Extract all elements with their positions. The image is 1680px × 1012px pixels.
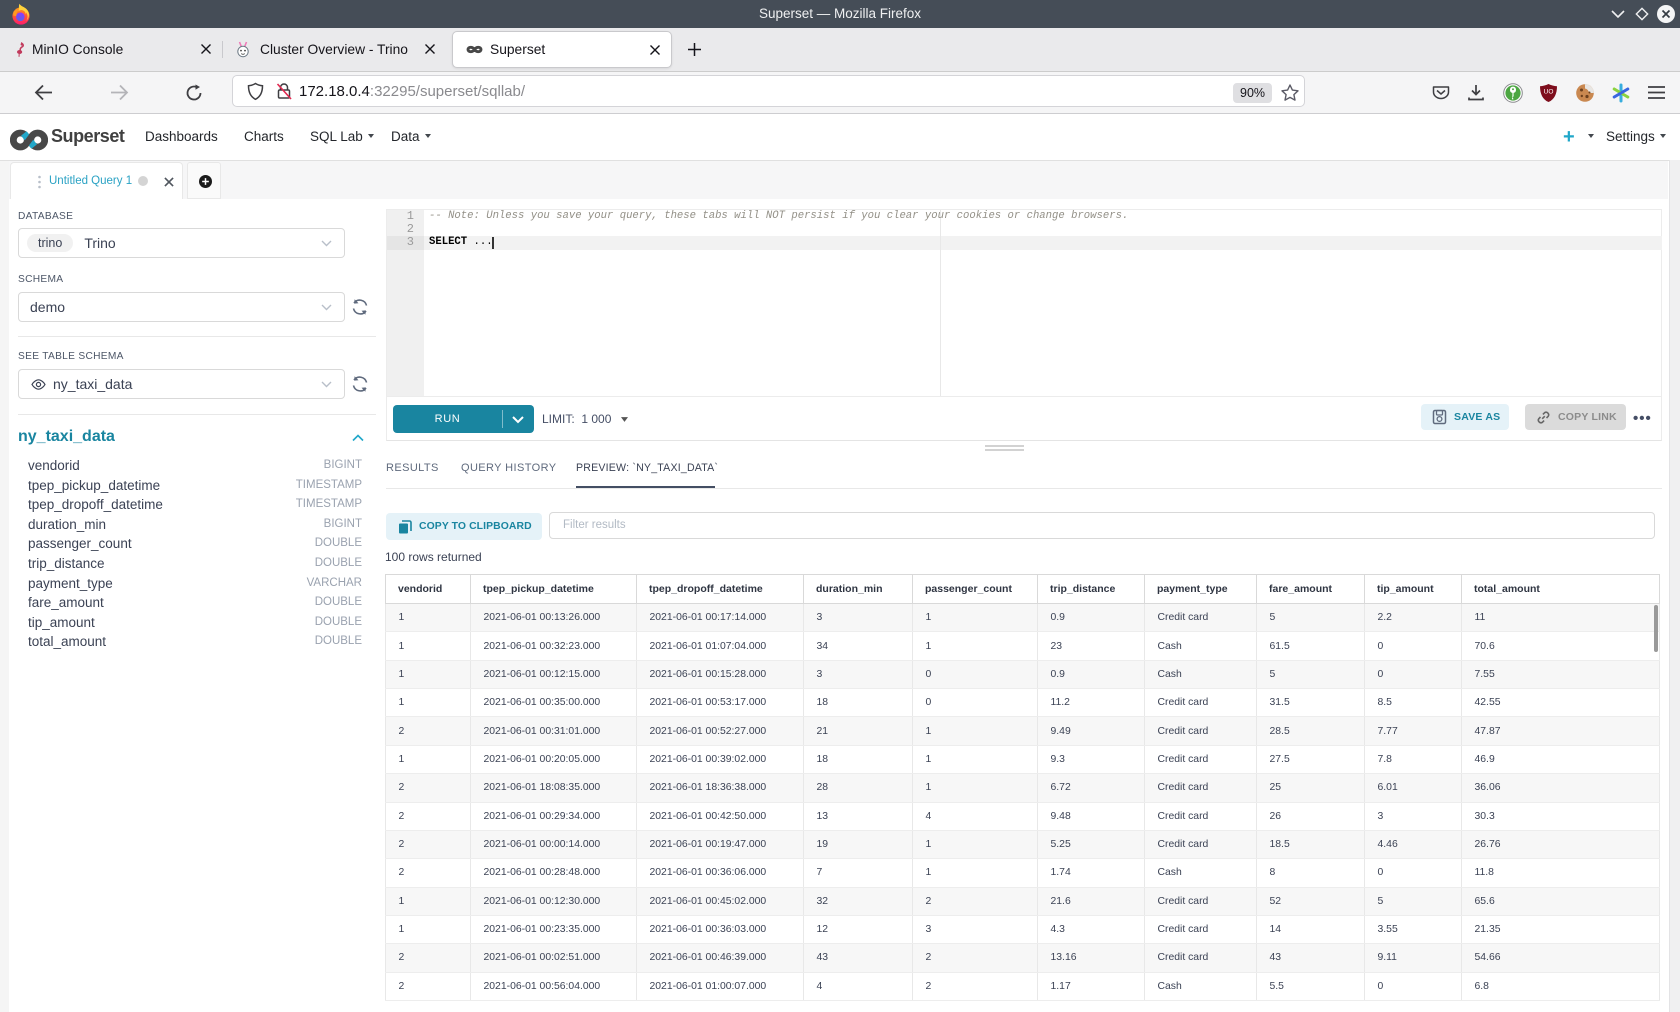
svg-text:UO: UO <box>1544 89 1554 96</box>
